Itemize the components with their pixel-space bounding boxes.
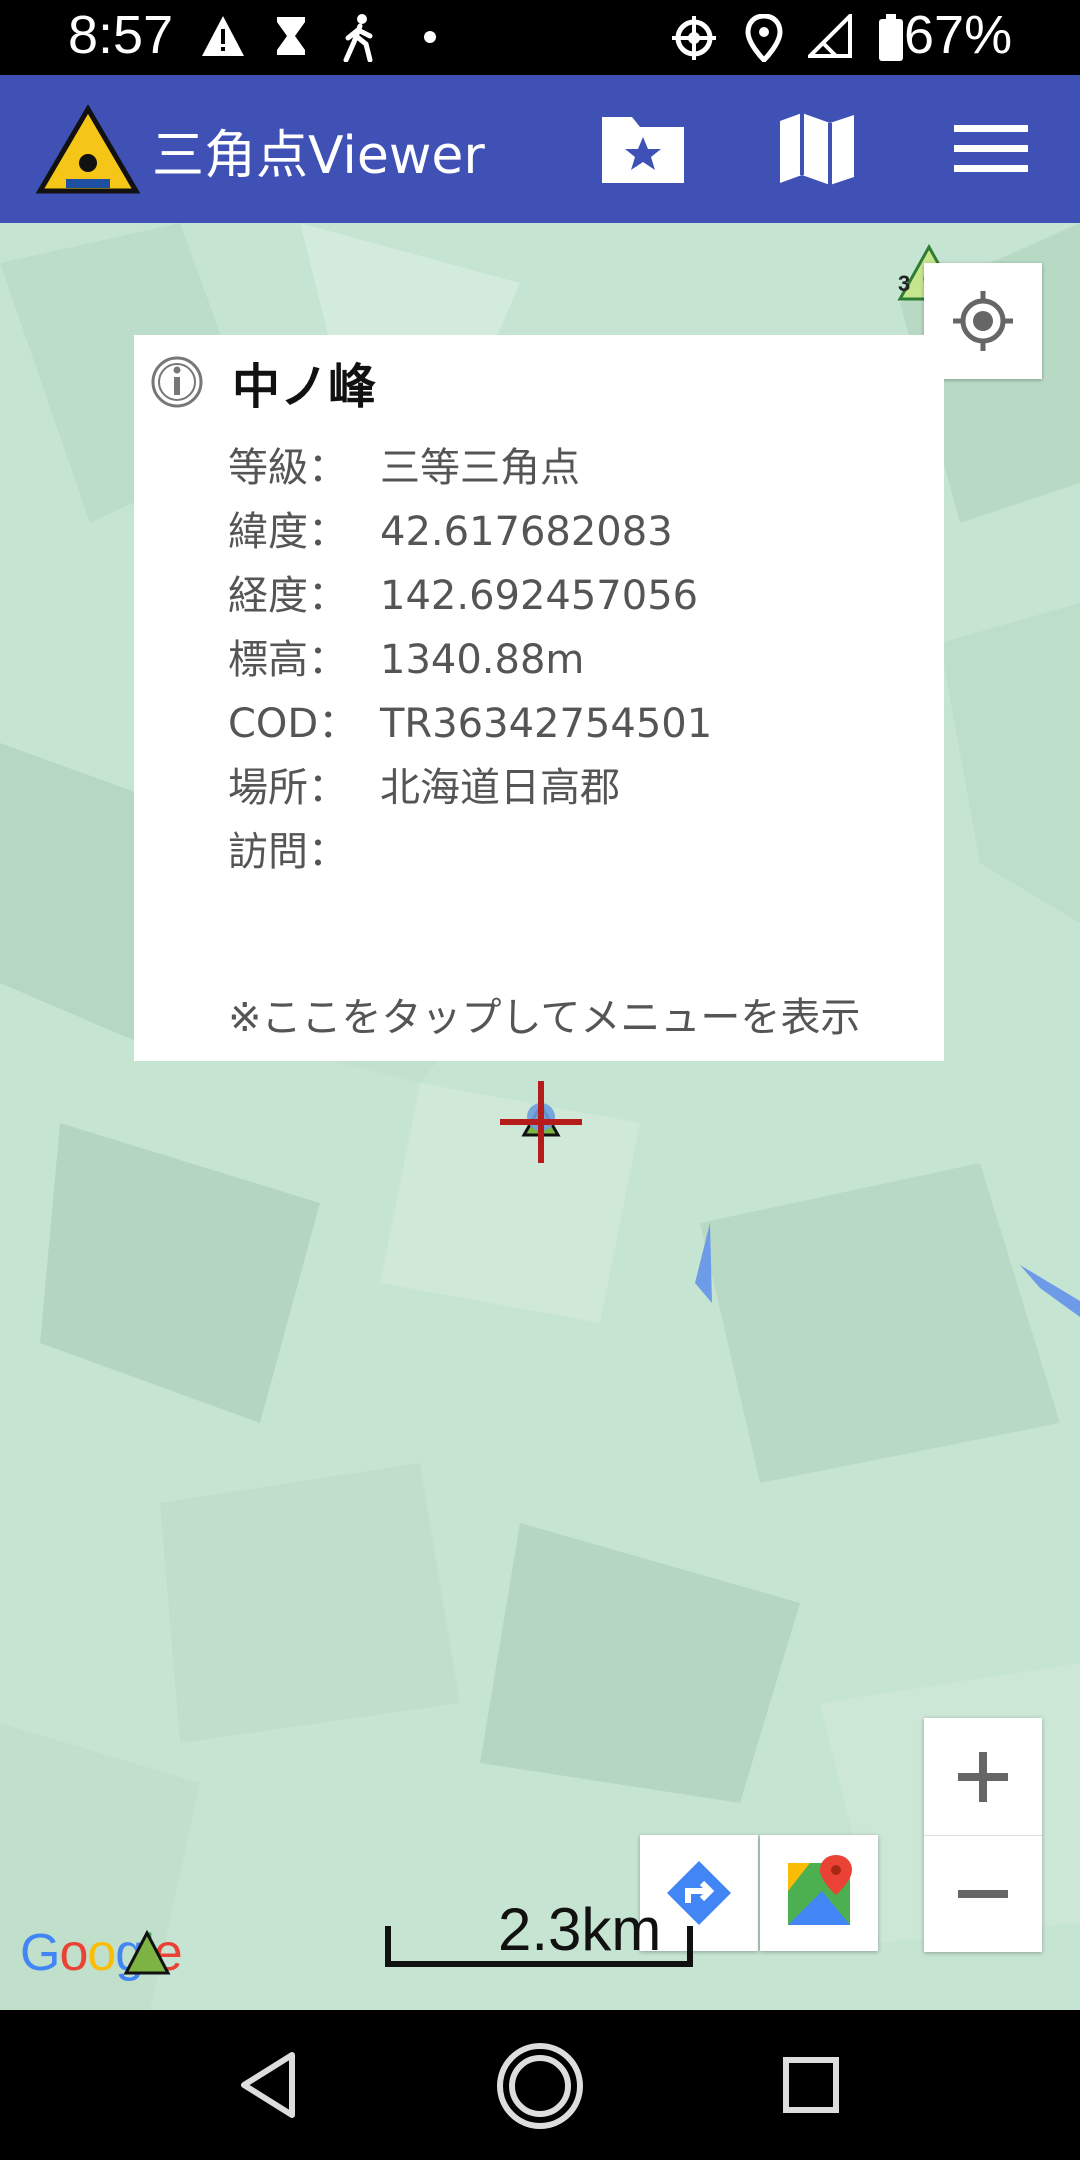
info-label: 訪問： (228, 829, 348, 875)
warning-icon (202, 16, 244, 56)
zoom-out-button[interactable] (924, 1836, 1042, 1953)
tap-hint: ※ここをタップしてメニューを表示 (228, 995, 861, 1041)
plus-icon (958, 1752, 1008, 1802)
status-bar: 8:57 67% (0, 0, 1080, 75)
map-icon (780, 113, 854, 185)
back-icon[interactable] (236, 2040, 300, 2130)
status-time: 8:57 (68, 5, 174, 65)
app-bar: 三角点Viewer (0, 75, 1080, 223)
info-icon (151, 356, 203, 408)
info-row-elevation: 標高： 1340.88m (228, 627, 584, 685)
point-name: 中ノ峰 (232, 359, 377, 415)
home-icon[interactable] (494, 2040, 586, 2132)
scale-label: 2.3km (498, 1896, 662, 1963)
info-label: 場所： (228, 765, 348, 811)
info-label: 緯度： (228, 509, 348, 555)
info-card[interactable]: 中ノ峰 等級： 三等三角点 緯度： 42.617682083 経度： 142.6924… (134, 335, 944, 1061)
zoom-controls (924, 1718, 1042, 1952)
info-row-grade: 等級： 三等三角点 (228, 435, 580, 493)
zoom-in-button[interactable] (924, 1718, 1042, 1836)
app-title: 三角点Viewer (152, 126, 485, 186)
location-icon (745, 14, 783, 62)
small-triangle-marker (123, 1929, 171, 1975)
gps-icon (672, 16, 716, 60)
folder-star-icon (602, 117, 684, 183)
info-value: 北海道日高郡 (380, 765, 620, 811)
walking-icon (343, 14, 373, 62)
info-value: 1340.88m (380, 637, 585, 683)
map-button[interactable] (772, 107, 862, 191)
menu-icon (954, 125, 1028, 172)
marker-label: 3 (898, 271, 910, 296)
recents-icon[interactable] (778, 2040, 844, 2130)
info-row-latitude: 緯度： 42.617682083 (228, 499, 673, 557)
info-label: 等級： (228, 445, 348, 491)
info-row-location: 場所： 北海道日高郡 (228, 755, 620, 813)
favorites-button[interactable] (598, 107, 688, 191)
menu-button[interactable] (946, 107, 1036, 191)
info-row-code: COD： TR36342754501 (228, 691, 712, 749)
open-google-maps-button[interactable] (760, 1835, 878, 1951)
battery-percent: 67% (904, 5, 1013, 65)
signal-icon (808, 14, 852, 58)
info-value: 三等三角点 (380, 445, 580, 491)
info-label: COD： (228, 701, 359, 747)
dot-icon (424, 31, 436, 43)
battery-icon (879, 14, 903, 61)
info-row-longitude: 経度： 142.692457056 (228, 563, 698, 621)
info-value: 42.617682083 (380, 509, 673, 555)
info-label: 標高： (228, 637, 348, 683)
info-value: TR36342754501 (380, 701, 713, 747)
app-logo-icon (36, 105, 140, 194)
info-value: 142.692457056 (380, 573, 699, 619)
navigation-bar (0, 2010, 1080, 2160)
info-label: 経度： (228, 573, 348, 619)
minus-icon (958, 1890, 1008, 1898)
hourglass-icon (277, 17, 305, 55)
selected-point-marker[interactable] (496, 1077, 586, 1167)
google-maps-icon (788, 1855, 852, 1925)
info-row-visit: 訪問： (228, 819, 380, 877)
